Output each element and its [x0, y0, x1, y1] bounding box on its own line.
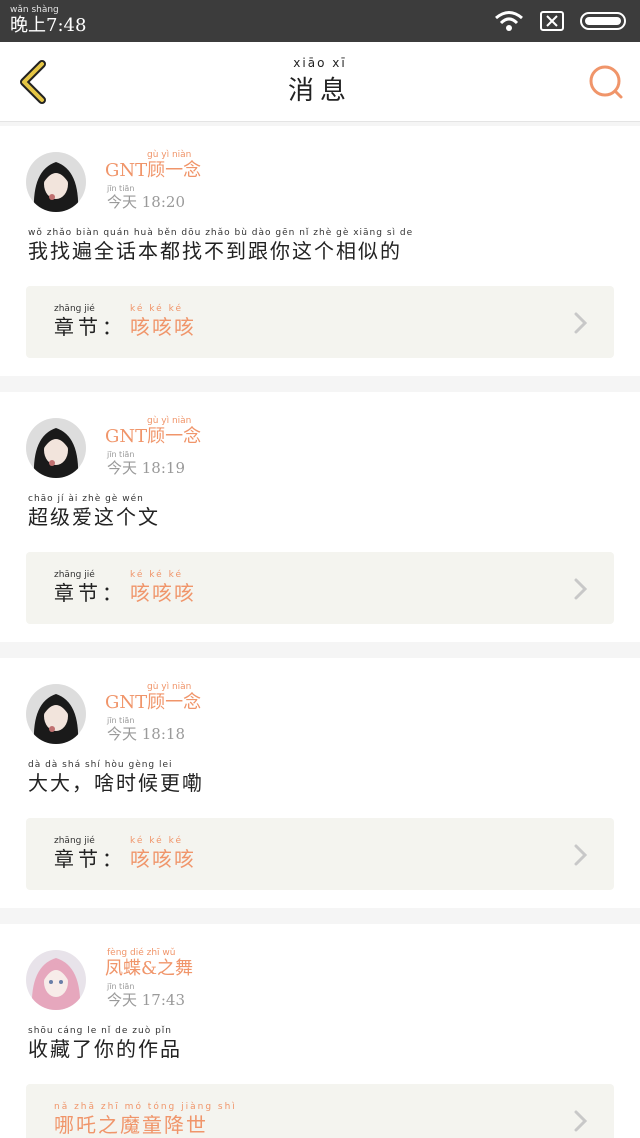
- message-card[interactable]: gù yì niàn GNT顾一念 jīn tiān 今天 18:18 dà d…: [0, 658, 640, 908]
- message-text: 收藏了你的作品: [28, 1037, 182, 1061]
- username[interactable]: gù yì niàn GNT顾一念: [105, 150, 201, 182]
- chapter-title-text: 咳咳咳: [130, 315, 196, 339]
- chapter-title-text: 咳咳咳: [130, 847, 196, 871]
- chapter-label-text: 章节：: [54, 581, 126, 605]
- status-time-pinyin: wǎn shàng: [10, 5, 59, 15]
- status-time: wǎn shàng 晚上7:48: [10, 6, 86, 37]
- username-pinyin: gù yì niàn: [147, 682, 192, 692]
- work-title-pinyin: nǎ zhā zhī mó tóng jiàng shì: [54, 1102, 237, 1112]
- chevron-right-icon: [574, 312, 588, 334]
- message-text: 超级爱这个文: [28, 505, 160, 529]
- message-body: chāo jí ài zhè gè wén 超级爱这个文: [28, 494, 160, 530]
- message-text: 大大，啥时候更嘞: [28, 771, 204, 795]
- username-pinyin: gù yì niàn: [147, 416, 192, 426]
- message-pinyin: shōu cáng le nǐ de zuò pǐn: [28, 1026, 172, 1036]
- time-text: 今天 18:19: [107, 459, 185, 477]
- chapter-label-pinyin: zhāng jié: [54, 304, 95, 314]
- username-text: GNT顾一念: [105, 426, 202, 447]
- username-text: GNT顾一念: [105, 160, 202, 181]
- chapter-label-text: 章节：: [54, 315, 126, 339]
- chapter-title-pinyin: ké ké ké: [130, 570, 184, 580]
- chapter-title-pinyin: ké ké ké: [130, 836, 184, 846]
- username-text: 凤蝶&之舞: [105, 958, 194, 979]
- message-time: jīn tiān 今天 17:43: [107, 982, 185, 1009]
- message-time: jīn tiān 今天 18:19: [107, 450, 185, 477]
- time-pinyin: jīn tiān: [107, 716, 135, 725]
- chapter-title: ké ké ké 咳咳咳: [130, 570, 196, 606]
- message-time: jīn tiān 今天 18:20: [107, 184, 185, 211]
- avatar[interactable]: [26, 950, 86, 1010]
- app-header: xiāo xī 消息: [0, 42, 640, 122]
- chevron-right-icon: [574, 844, 588, 866]
- username[interactable]: gù yì niàn GNT顾一念: [105, 682, 201, 714]
- work-title-text: 哪吒之魔童降世: [54, 1113, 208, 1137]
- avatar[interactable]: [26, 684, 86, 744]
- battery-icon: [580, 12, 626, 30]
- chapter-label: zhāng jié 章节：: [54, 304, 126, 340]
- chevron-right-icon: [574, 1110, 588, 1132]
- avatar[interactable]: [26, 152, 86, 212]
- chapter-label: zhāng jié 章节：: [54, 836, 126, 872]
- page-title-pinyin: xiāo xī: [293, 56, 347, 70]
- chevron-right-icon: [574, 578, 588, 600]
- time-text: 今天 18:20: [107, 193, 185, 211]
- time-pinyin: jīn tiān: [107, 184, 135, 193]
- time-pinyin: jīn tiān: [107, 982, 135, 991]
- time-text: 今天 18:18: [107, 725, 185, 743]
- chapter-link[interactable]: zhāng jié 章节： ké ké ké 咳咳咳: [26, 818, 614, 890]
- chapter-label: zhāng jié 章节：: [54, 570, 126, 606]
- work-title: nǎ zhā zhī mó tóng jiàng shì 哪吒之魔童降世: [54, 1102, 237, 1138]
- avatar[interactable]: [26, 418, 86, 478]
- message-text: 我找遍全话本都找不到跟你这个相似的: [28, 239, 402, 263]
- message-body: shōu cáng le nǐ de zuò pǐn 收藏了你的作品: [28, 1026, 182, 1062]
- chapter-link[interactable]: zhāng jié 章节： ké ké ké 咳咳咳: [26, 552, 614, 624]
- message-list: gù yì niàn GNT顾一念 jīn tiān 今天 18:20 wǒ z…: [0, 126, 640, 1138]
- message-body: dà dà shá shí hòu gèng lei 大大，啥时候更嘞: [28, 760, 204, 796]
- status-bar: wǎn shàng 晚上7:48: [0, 0, 640, 42]
- username-text: GNT顾一念: [105, 692, 202, 713]
- chapter-title: ké ké ké 咳咳咳: [130, 304, 196, 340]
- message-pinyin: chāo jí ài zhè gè wén: [28, 494, 144, 504]
- username-pinyin: gù yì niàn: [147, 150, 192, 160]
- search-icon[interactable]: [588, 64, 624, 100]
- chapter-label-pinyin: zhāng jié: [54, 836, 95, 846]
- message-card[interactable]: gù yì niàn GNT顾一念 jīn tiān 今天 18:19 chāo…: [0, 392, 640, 642]
- status-time-text: 晚上7:48: [10, 15, 87, 36]
- wifi-icon: [495, 11, 523, 31]
- no-sim-icon: [540, 11, 564, 31]
- username-pinyin: fèng dié zhī wǔ: [107, 948, 176, 958]
- username[interactable]: fèng dié zhī wǔ 凤蝶&之舞: [105, 948, 193, 980]
- chapter-label-text: 章节：: [54, 847, 126, 871]
- chapter-label-pinyin: zhāng jié: [54, 570, 95, 580]
- message-time: jīn tiān 今天 18:18: [107, 716, 185, 743]
- message-body: wǒ zhǎo biàn quán huà běn dōu zhǎo bù dà…: [28, 228, 413, 264]
- time-text: 今天 17:43: [107, 991, 185, 1009]
- time-pinyin: jīn tiān: [107, 450, 135, 459]
- message-card[interactable]: fèng dié zhī wǔ 凤蝶&之舞 jīn tiān 今天 17:43 …: [0, 924, 640, 1138]
- message-pinyin: dà dà shá shí hòu gèng lei: [28, 760, 173, 770]
- chapter-title-text: 咳咳咳: [130, 581, 196, 605]
- work-link[interactable]: nǎ zhā zhī mó tóng jiàng shì 哪吒之魔童降世: [26, 1084, 614, 1138]
- username[interactable]: gù yì niàn GNT顾一念: [105, 416, 201, 448]
- chapter-title-pinyin: ké ké ké: [130, 304, 184, 314]
- message-pinyin: wǒ zhǎo biàn quán huà běn dōu zhǎo bù dà…: [28, 228, 414, 238]
- chapter-link[interactable]: zhāng jié 章节： ké ké ké 咳咳咳: [26, 286, 614, 358]
- chapter-title: ké ké ké 咳咳咳: [130, 836, 196, 872]
- page-title-text: 消息: [287, 76, 352, 106]
- page-title: xiāo xī 消息: [0, 56, 640, 107]
- message-card[interactable]: gù yì niàn GNT顾一念 jīn tiān 今天 18:20 wǒ z…: [0, 126, 640, 376]
